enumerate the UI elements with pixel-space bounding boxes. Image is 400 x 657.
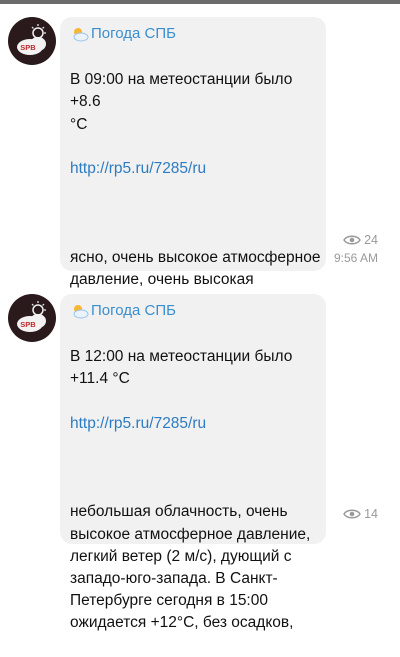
rp5-link[interactable]: http://rp5.ru/7285/ru [70, 413, 322, 435]
sun-behind-cloud-icon [73, 27, 89, 41]
temperature-line: В 09:00 на метеостанции было +8.6 °C [70, 71, 293, 133]
rp5-link[interactable]: http://rp5.ru/7285/ru [70, 158, 322, 180]
message-meta: 14 [343, 507, 378, 521]
svg-text:SPB: SPB [20, 320, 36, 329]
weather-logo-icon: SPB [17, 24, 46, 55]
temperature-line: В 12:00 на метеостанции было +11.4 °C [70, 348, 293, 388]
status-bar [0, 0, 400, 4]
message-time: 9:56 AM [333, 251, 378, 265]
channel-avatar[interactable]: SPB [8, 17, 56, 65]
weather-description: небольшая облачность, очень высокое атмо… [70, 503, 311, 632]
channel-name[interactable]: Погода СПБ [70, 25, 176, 42]
weather-logo-icon: SPB [17, 301, 46, 332]
channel-name-text: Погода СПБ [91, 25, 176, 42]
view-count: 14 [343, 507, 378, 521]
message-bubble[interactable]: Погода СПБ В 12:00 на метеостанции было … [60, 294, 326, 631]
eye-icon [343, 509, 361, 519]
svg-text:SPB: SPB [20, 43, 36, 52]
channel-name[interactable]: Погода СПБ [70, 302, 176, 319]
channel-avatar[interactable]: SPB [8, 294, 56, 342]
message-text: В 12:00 на метеостанции было +11.4 °C ht… [70, 324, 322, 657]
sun-behind-cloud-icon [73, 304, 89, 318]
message-meta: 24 9:56 AM [334, 233, 378, 265]
message-bubble[interactable]: Погода СПБ В 09:00 на метеостанции было … [60, 17, 326, 443]
eye-icon [343, 235, 361, 245]
channel-name-text: Погода СПБ [91, 302, 176, 319]
view-count: 24 [334, 233, 378, 247]
